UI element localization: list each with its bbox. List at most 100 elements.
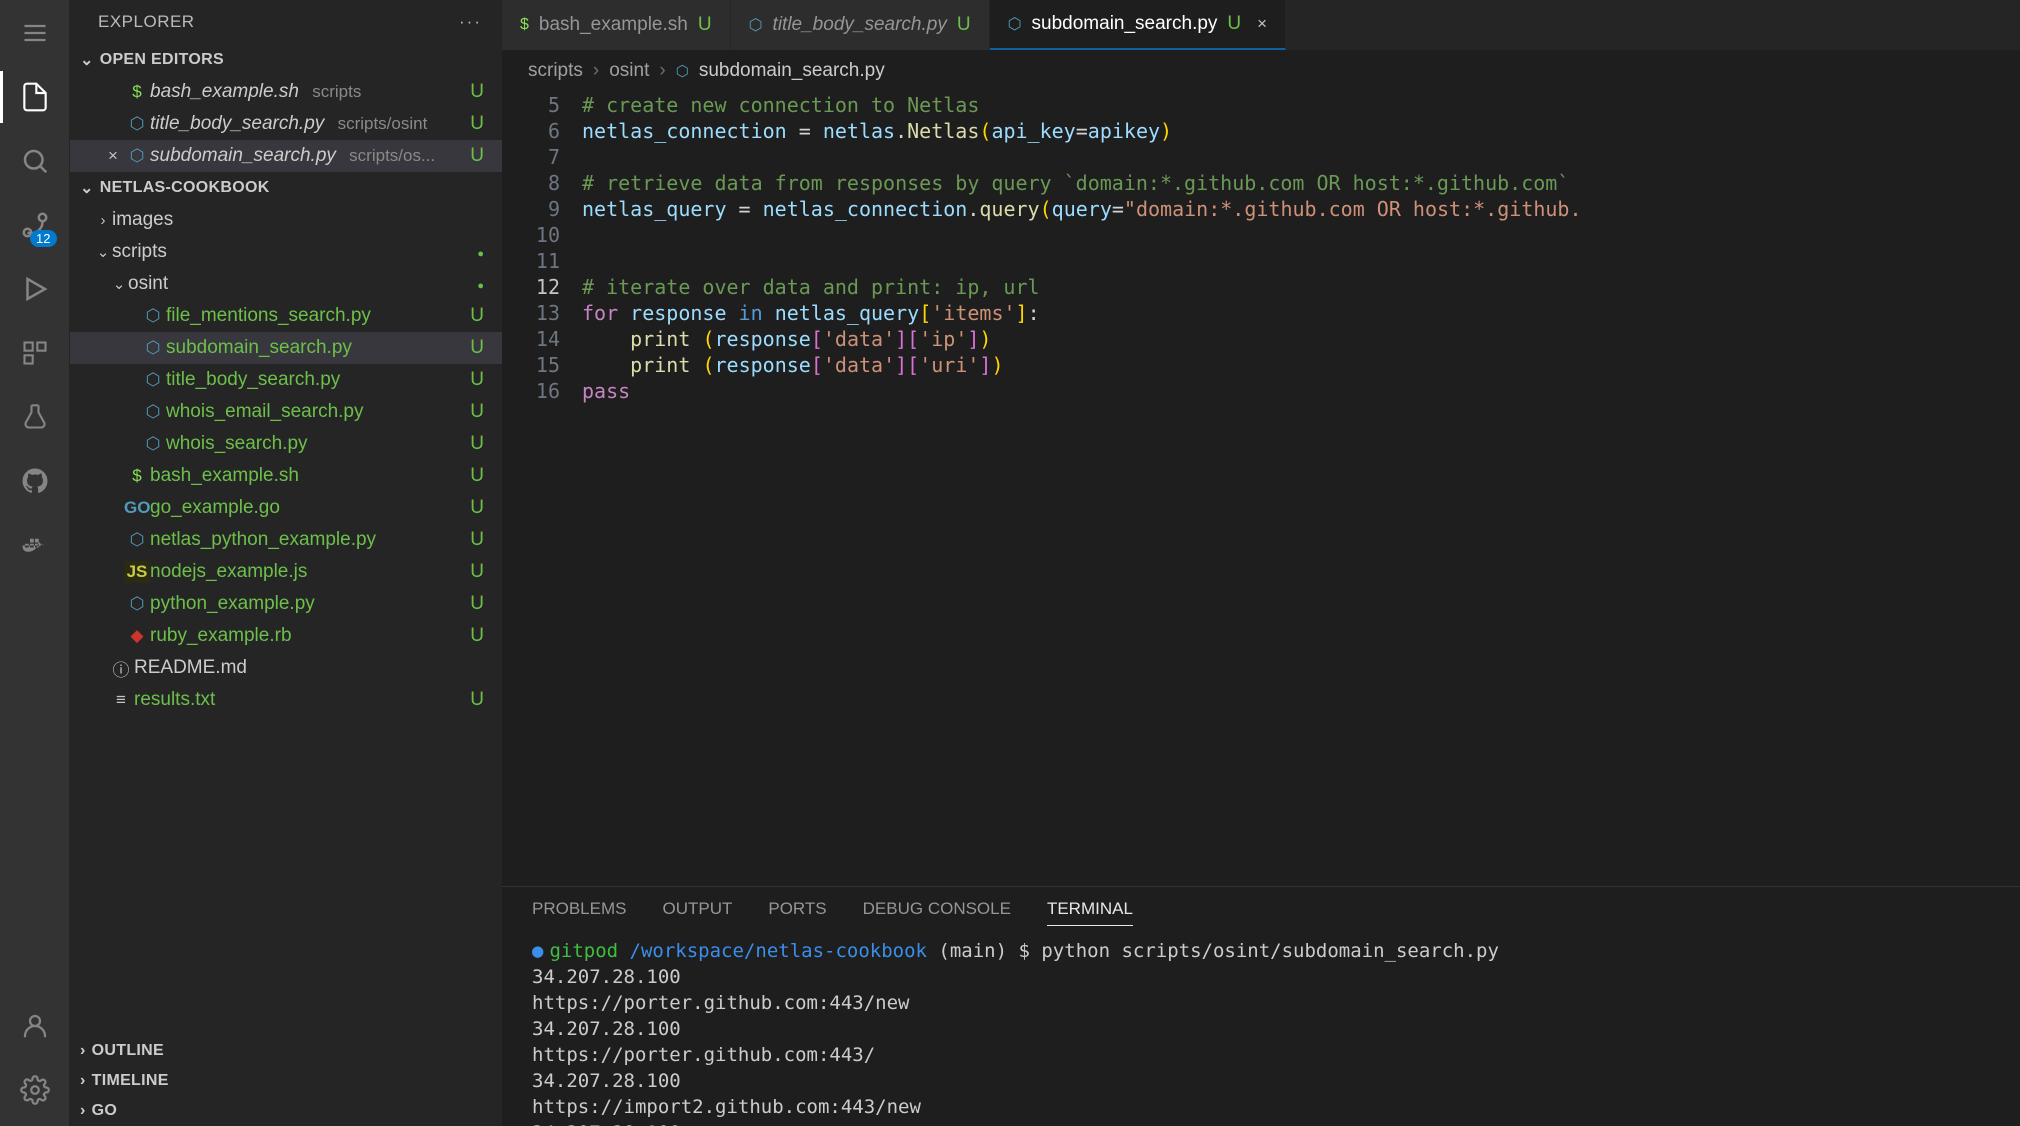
extensions-icon[interactable] (17, 335, 53, 371)
git-status: U (466, 529, 484, 551)
activity-bar: 12 (0, 0, 70, 1126)
panel-tab[interactable]: OUTPUT (662, 899, 732, 926)
open-editor-item[interactable]: $bash_example.sh scriptsU (70, 76, 502, 108)
settings-icon[interactable] (17, 1072, 53, 1108)
editor-tab[interactable]: $bash_example.shU (502, 0, 731, 50)
python-icon: ⬡ (140, 434, 166, 454)
file-icon: ◆ (124, 626, 150, 646)
breadcrumbs[interactable]: scripts › osint › ⬡ subdomain_search.py (502, 50, 2020, 92)
file-icon: ⬡ (124, 114, 150, 134)
accounts-icon[interactable] (17, 1008, 53, 1044)
source-control-icon[interactable]: 12 (17, 207, 53, 243)
git-status: U (698, 14, 712, 36)
run-debug-icon[interactable] (17, 271, 53, 307)
chevron-down-icon: ⌄ (80, 50, 94, 70)
git-status: U (466, 369, 484, 391)
tree-item[interactable]: ⬡whois_email_search.pyU (70, 396, 502, 428)
git-status: U (466, 113, 484, 135)
tree-item[interactable]: ⬡whois_search.pyU (70, 428, 502, 460)
github-icon[interactable] (17, 463, 53, 499)
panel-tab[interactable]: DEBUG CONSOLE (863, 899, 1011, 926)
git-status: U (466, 561, 484, 583)
source-control-badge: 12 (30, 230, 56, 247)
tree-item[interactable]: ≡results.txtU (70, 684, 502, 716)
python-icon: ⬡ (676, 62, 689, 80)
git-status: U (466, 497, 484, 519)
close-icon[interactable]: × (1257, 14, 1267, 34)
more-icon[interactable]: ··· (459, 12, 482, 32)
editor-tabs: $bash_example.shU⬡title_body_search.pyU⬡… (502, 0, 2020, 50)
file-icon: JS (124, 561, 150, 583)
close-icon[interactable]: × (102, 146, 124, 166)
bottom-panel: PROBLEMS OUTPUT PORTS DEBUG CONSOLE TERMINAL… (502, 886, 2020, 1126)
tree-item[interactable]: ⌄osint (70, 268, 502, 300)
git-status: U (1227, 13, 1241, 35)
python-icon: ⬡ (140, 370, 166, 390)
git-status: U (466, 593, 484, 615)
git-status: U (466, 337, 484, 359)
editor-area: $bash_example.shU⬡title_body_search.pyU⬡… (502, 0, 2020, 1126)
tree-item[interactable]: ⓘREADME.md (70, 652, 502, 684)
timeline-header[interactable]: › TIMELINE (70, 1066, 502, 1096)
outline-header[interactable]: › OUTLINE (70, 1036, 502, 1066)
chevron-right-icon: › (80, 1102, 86, 1120)
chevron-down-icon: ⌄ (110, 275, 128, 293)
file-icon: ⬡ (124, 594, 150, 614)
menu-icon[interactable] (17, 15, 53, 51)
file-icon: ⬡ (124, 530, 150, 550)
project-header[interactable]: ⌄ NETLAS-COOKBOOK (70, 172, 502, 204)
file-icon: ⓘ (108, 656, 134, 681)
git-status: U (466, 81, 484, 103)
python-icon: ⬡ (140, 338, 166, 358)
tree-item[interactable]: ⬡python_example.pyU (70, 588, 502, 620)
chevron-right-icon: › (80, 1072, 86, 1090)
editor-tab[interactable]: ⬡title_body_search.pyU (731, 0, 990, 50)
tree-item[interactable]: ◆ruby_example.rbU (70, 620, 502, 652)
sidebar-title: EXPLORER (98, 12, 195, 32)
chevron-right-icon: › (593, 60, 599, 82)
go-header[interactable]: › GO (70, 1096, 502, 1126)
git-status: U (957, 14, 971, 36)
panel-tab[interactable]: PORTS (768, 899, 826, 926)
file-icon: $ (124, 466, 150, 486)
git-status: U (466, 465, 484, 487)
terminal[interactable]: ●gitpod /workspace/netlas-cookbook (main… (502, 934, 2020, 1126)
search-icon[interactable] (17, 143, 53, 179)
chevron-right-icon: › (94, 212, 112, 229)
tree-item[interactable]: ⬡netlas_python_example.pyU (70, 524, 502, 556)
file-icon: GO (124, 498, 150, 518)
git-status: U (466, 145, 484, 167)
open-editor-item[interactable]: ×⬡subdomain_search.py scripts/os...U (70, 140, 502, 172)
open-editor-item[interactable]: ⬡title_body_search.py scripts/osintU (70, 108, 502, 140)
file-icon: ⬡ (749, 15, 763, 35)
explorer-icon[interactable] (17, 79, 53, 115)
tree-item[interactable]: ⌄scripts (70, 236, 502, 268)
tree-item[interactable]: GOgo_example.goU (70, 492, 502, 524)
open-editors-header[interactable]: ⌄ OPEN EDITORS (70, 44, 502, 76)
file-icon: ⬡ (1008, 14, 1022, 34)
chevron-down-icon: ⌄ (80, 178, 94, 198)
git-status: U (466, 305, 484, 327)
modified-dot (466, 241, 484, 263)
python-icon: ⬡ (140, 402, 166, 422)
file-icon: ≡ (108, 690, 134, 710)
tree-item[interactable]: JSnodejs_example.jsU (70, 556, 502, 588)
file-icon: $ (520, 16, 529, 34)
git-status: U (466, 433, 484, 455)
tree-item[interactable]: ⬡file_mentions_search.pyU (70, 300, 502, 332)
code-editor[interactable]: 5678910111213141516 # create new connect… (502, 92, 2020, 886)
panel-tab[interactable]: PROBLEMS (532, 899, 626, 926)
editor-tab[interactable]: ⬡subdomain_search.pyU× (990, 0, 1287, 50)
panel-tab[interactable]: TERMINAL (1047, 899, 1133, 926)
chevron-right-icon: › (80, 1042, 86, 1060)
docker-icon[interactable] (17, 527, 53, 563)
git-status: U (466, 689, 484, 711)
tree-item[interactable]: ⬡title_body_search.pyU (70, 364, 502, 396)
sidebar: EXPLORER ··· ⌄ OPEN EDITORS $bash_exampl… (70, 0, 502, 1126)
testing-icon[interactable] (17, 399, 53, 435)
tree-item[interactable]: $bash_example.shU (70, 460, 502, 492)
tree-item[interactable]: ›images (70, 204, 502, 236)
git-status: U (466, 401, 484, 423)
modified-dot (466, 273, 484, 295)
tree-item[interactable]: ⬡subdomain_search.pyU (70, 332, 502, 364)
